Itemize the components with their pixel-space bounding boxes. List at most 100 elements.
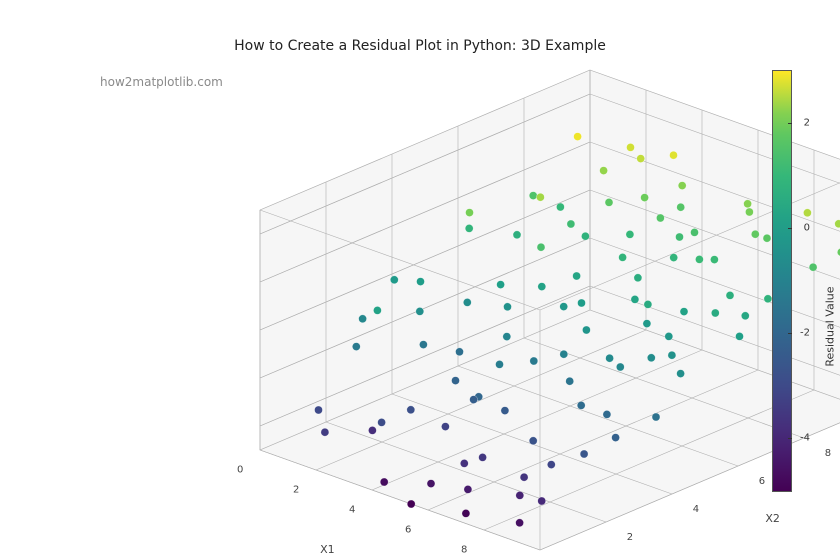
scatter-point — [566, 377, 574, 385]
scatter-point — [631, 295, 639, 303]
scatter-point — [315, 406, 323, 414]
colorbar-tick-line — [788, 333, 792, 334]
scatter-point — [619, 253, 627, 261]
scatter-point — [538, 497, 546, 505]
scatter-point — [626, 230, 634, 238]
scatter-point — [497, 281, 505, 289]
scatter-point — [670, 151, 678, 159]
scatter-point — [582, 326, 590, 334]
scatter-point — [530, 357, 538, 365]
scatter-point — [463, 298, 471, 306]
x-tick: 4 — [349, 504, 355, 515]
scatter-point — [652, 413, 660, 421]
x-tick: 6 — [405, 524, 411, 535]
y-tick: 6 — [759, 476, 765, 487]
scatter-point — [419, 341, 427, 349]
scatter-point — [676, 233, 684, 241]
scatter-point — [452, 377, 460, 385]
scatter-point — [441, 423, 449, 431]
scatter-point — [612, 434, 620, 442]
axes-3d: 02468100246810-4-2024X1X2Residuals — [100, 70, 660, 510]
scatter-point — [464, 485, 472, 493]
scatter-point — [456, 348, 464, 356]
scatter-point — [670, 254, 678, 262]
scatter-point — [513, 231, 521, 239]
scatter-point — [764, 295, 772, 303]
scatter-point — [460, 459, 468, 467]
scatter-point — [581, 232, 589, 240]
colorbar — [772, 70, 792, 492]
scatter-point — [378, 418, 386, 426]
scatter-point — [516, 519, 524, 527]
colorbar-ticks: -4 -2 0 2 — [792, 70, 810, 490]
scatter-point — [504, 303, 512, 311]
scatter-point — [574, 133, 582, 141]
scatter-point — [529, 192, 537, 200]
scatter-point — [668, 351, 676, 359]
scatter-point — [710, 256, 718, 264]
scatter-point — [567, 220, 575, 228]
scatter-point — [536, 193, 544, 201]
scatter-point — [470, 396, 478, 404]
x-tick: 8 — [461, 544, 467, 555]
chart-title: How to Create a Residual Plot in Python:… — [0, 38, 840, 54]
scatter-point — [677, 370, 685, 378]
scatter-point — [547, 461, 555, 469]
colorbar-tick-line — [788, 123, 792, 124]
colorbar-tick: -2 — [800, 327, 810, 338]
scatter-point — [496, 360, 504, 368]
y-axis-label: X2 — [765, 512, 780, 525]
scatter-point — [503, 333, 511, 341]
scatter-point — [577, 401, 585, 409]
scatter-point — [380, 478, 388, 486]
scatter-point — [634, 274, 642, 282]
scatter-point — [745, 208, 753, 216]
scatter-point — [520, 473, 528, 481]
scatter-point — [537, 243, 545, 251]
scatter-point — [465, 224, 473, 232]
scatter-point — [417, 278, 425, 286]
scatter-point — [416, 307, 424, 315]
scatter-point — [578, 299, 586, 307]
colorbar-label: Residual Value — [824, 287, 837, 367]
scatter-point — [647, 354, 655, 362]
scatter-point — [711, 309, 719, 317]
scatter-point — [600, 167, 608, 175]
scatter-point — [641, 194, 649, 202]
scatter-point — [616, 363, 624, 371]
figure: How to Create a Residual Plot in Python:… — [0, 0, 840, 560]
scatter-point — [501, 407, 509, 415]
scatter-point — [744, 200, 752, 208]
scatter-point — [368, 426, 376, 434]
scatter-point — [538, 283, 546, 291]
scatter-point — [479, 453, 487, 461]
scatter-point — [736, 332, 744, 340]
scatter-point — [573, 272, 581, 280]
scatter-point — [637, 155, 645, 163]
scatter-point — [352, 343, 360, 351]
colorbar-tick-line — [788, 228, 792, 229]
scatter-point — [321, 428, 329, 436]
scatter-point — [560, 303, 568, 311]
scatter-point — [373, 306, 381, 314]
scatter-point — [606, 354, 614, 362]
x-tick: 0 — [237, 464, 243, 475]
colorbar-tick: 2 — [804, 117, 810, 128]
scatter-point — [427, 480, 435, 488]
colorbar-tick: -4 — [800, 432, 810, 443]
y-tick: 8 — [825, 448, 831, 459]
scatter-point — [741, 312, 749, 320]
scatter-point — [809, 263, 817, 271]
colorbar-tick: 0 — [804, 222, 810, 233]
colorbar-tick-line — [788, 438, 792, 439]
scatter-point — [529, 437, 537, 445]
scatter-point — [603, 410, 611, 418]
scatter-point — [726, 291, 734, 299]
scatter-point — [678, 182, 686, 190]
scatter-point — [462, 509, 470, 517]
scatter-point — [680, 308, 688, 316]
scatter-point — [695, 255, 703, 263]
scatter-point — [644, 300, 652, 308]
y-tick: 2 — [627, 532, 633, 543]
scatter-point — [516, 491, 524, 499]
